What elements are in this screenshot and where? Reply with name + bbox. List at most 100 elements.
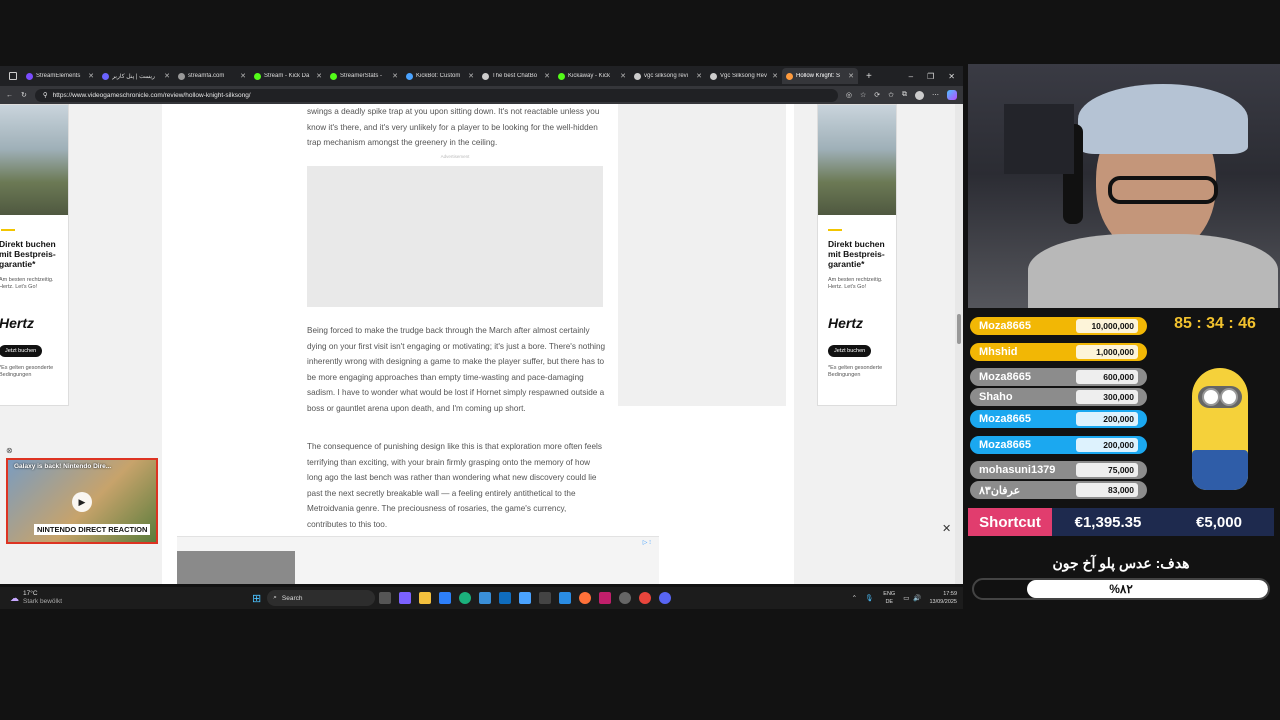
tab-close-icon[interactable]: ✕ <box>240 72 246 80</box>
browser-tab[interactable]: StreamerStats - ✕ <box>326 68 402 84</box>
scrollbar[interactable] <box>955 104 963 584</box>
banner-image <box>177 551 295 584</box>
ad-book-button[interactable]: Jetzt buchen <box>0 345 43 357</box>
tray-chevron-icon[interactable]: ⌃ <box>852 594 857 602</box>
favorite-star-icon[interactable]: ☆ <box>860 91 866 99</box>
favorites-icon[interactable]: ✩ <box>888 91 894 99</box>
tab-favicon-icon <box>406 72 413 80</box>
minimize-icon[interactable]: – <box>909 72 913 81</box>
app-icon[interactable] <box>519 592 532 604</box>
scrollbar-thumb[interactable] <box>957 314 961 344</box>
teams-icon[interactable] <box>399 592 412 604</box>
app-icon[interactable] <box>619 592 632 604</box>
play-button-icon[interactable]: ▶ <box>72 492 92 512</box>
right-skyscraper-ad[interactable]: Direkt buchen mit Bestpreis-garantie* Am… <box>817 104 897 406</box>
site-info-icon[interactable]: ⚲ <box>43 91 48 99</box>
volume-icon[interactable]: 🔊 <box>913 594 921 602</box>
webcam-feed <box>968 64 1280 308</box>
donor-name: Shaho <box>979 391 1013 403</box>
file-explorer-icon[interactable] <box>419 592 432 604</box>
collections-icon[interactable]: ⧉ <box>902 91 907 99</box>
donor-amount: 10,000,000 <box>1076 319 1138 333</box>
tab-close-icon[interactable]: ✕ <box>316 72 322 80</box>
browser-tab[interactable]: Hollow Knight: S ✕ <box>782 68 858 84</box>
tab-close-icon[interactable]: ✕ <box>164 72 170 80</box>
browser-tab[interactable]: Vgc Silksong Rev ✕ <box>706 68 782 84</box>
browser-tab[interactable]: Kickaway - Kick ✕ <box>554 68 630 84</box>
clock-date[interactable]: 13/09/2025 <box>929 598 957 606</box>
ad-fineprint: *Es gelten gesonderte Bedingungen <box>828 365 883 378</box>
inline-ad-placeholder[interactable] <box>307 166 603 307</box>
tab-favicon-icon <box>330 72 337 80</box>
chrome-icon[interactable] <box>639 592 652 604</box>
edge-icon[interactable] <box>459 592 472 604</box>
tab-close-icon[interactable]: ✕ <box>468 72 474 80</box>
extensions-icon[interactable]: ⟳ <box>874 91 880 99</box>
url-field[interactable]: ⚲ https://www.videogameschronicle.com/re… <box>34 88 838 102</box>
browser-tab[interactable]: Stream - Kick Da ✕ <box>250 68 326 84</box>
search-label: Search <box>281 594 303 602</box>
donor-amount: 600,000 <box>1076 370 1138 384</box>
bottom-banner-ad[interactable]: ▷ ⁝ <box>177 536 659 584</box>
browser-tab[interactable]: vgc silksong revi ✕ <box>630 68 706 84</box>
maximize-icon[interactable]: ❐ <box>927 72 934 81</box>
browser-tab[interactable]: StreamElements ✕ <box>22 68 98 84</box>
browser-tab[interactable]: KickBot: Custom ✕ <box>402 68 478 84</box>
browser-tab[interactable]: ریست | پنل کاربر ✕ <box>98 68 174 84</box>
clock-time[interactable]: 17:59 <box>929 590 957 598</box>
tab-close-icon[interactable]: ✕ <box>88 72 94 80</box>
ad-photo <box>0 105 68 215</box>
firefox-icon[interactable] <box>579 592 592 604</box>
app-icon[interactable] <box>479 592 492 604</box>
store-icon[interactable] <box>439 592 452 604</box>
ad-subtitle: Am besten rechtzeitig. Hertz. Let's Go! <box>0 277 54 290</box>
rider-icon[interactable] <box>599 592 612 604</box>
terminal-icon[interactable] <box>539 592 552 604</box>
outlook-icon[interactable] <box>499 592 512 604</box>
profile-avatar[interactable] <box>915 90 924 100</box>
network-icon[interactable]: ▭ <box>903 594 909 602</box>
browser-tab[interactable]: The best ChatBo ✕ <box>478 68 554 84</box>
copilot-icon[interactable] <box>947 90 957 100</box>
popup-close-icon[interactable]: ⊗ <box>6 446 13 455</box>
tab-actions-icon[interactable] <box>9 72 17 80</box>
vscode-icon[interactable] <box>559 592 572 604</box>
language-secondary[interactable]: DE <box>883 598 895 606</box>
goal-target: €5,000 <box>1196 513 1242 531</box>
browser-tab[interactable]: streamfa.com ✕ <box>174 68 250 84</box>
discord-icon[interactable] <box>659 592 672 604</box>
video-popup[interactable]: ⊗ Galaxy is back! Nintendo Dire... ▶ NIN… <box>6 446 158 544</box>
sidebar-ad-placeholder[interactable] <box>618 104 786 406</box>
language-primary[interactable]: ENG <box>883 590 895 598</box>
article-paragraph: swings a deadly spike trap at you upon s… <box>307 107 600 147</box>
weather-desc: Stark bewölkt <box>23 598 63 605</box>
more-menu-icon[interactable]: ⋯ <box>932 91 939 99</box>
close-window-icon[interactable]: ✕ <box>948 72 955 81</box>
ad-book-button[interactable]: Jetzt buchen <box>828 345 872 357</box>
donor-row: Moza8665 10,000,000 <box>970 317 1147 335</box>
start-icon[interactable]: ⊞ <box>252 592 261 605</box>
donor-amount: 75,000 <box>1076 463 1138 477</box>
back-icon[interactable]: ← <box>6 92 13 99</box>
taskbar-search[interactable]: ⌕ Search <box>267 590 376 606</box>
tab-close-icon[interactable]: ✕ <box>696 72 702 80</box>
close-ad-icon[interactable]: ✕ <box>942 522 951 535</box>
tab-close-icon[interactable]: ✕ <box>392 72 398 80</box>
weather-icon[interactable]: ☁ <box>10 593 19 604</box>
ad-subtitle: Am besten rechtzeitig. Hertz. Let's Go! <box>828 277 883 290</box>
reload-icon[interactable]: ↻ <box>21 91 27 99</box>
tab-close-icon[interactable]: ✕ <box>848 72 854 80</box>
new-tab-button[interactable]: + <box>866 71 872 82</box>
page-viewport: Direkt buchen mit Bestpreis-garantie* Am… <box>0 104 963 584</box>
adchoices-icon[interactable]: ▷ ⁝ <box>643 539 651 546</box>
tab-close-icon[interactable]: ✕ <box>544 72 550 80</box>
task-view-icon[interactable] <box>379 592 392 604</box>
tab-close-icon[interactable]: ✕ <box>772 72 778 80</box>
reader-icon[interactable]: ◎ <box>846 91 852 99</box>
address-toolbar: ← ↻ ⚲ https://www.videogameschronicle.co… <box>0 86 963 104</box>
tab-close-icon[interactable]: ✕ <box>620 72 626 80</box>
donor-name: Mhshid <box>979 346 1018 358</box>
mic-icon[interactable]: 🎙 <box>865 594 873 602</box>
goal-current: €1,395.35 <box>1074 513 1142 531</box>
left-skyscraper-ad[interactable]: Direkt buchen mit Bestpreis-garantie* Am… <box>0 104 69 406</box>
